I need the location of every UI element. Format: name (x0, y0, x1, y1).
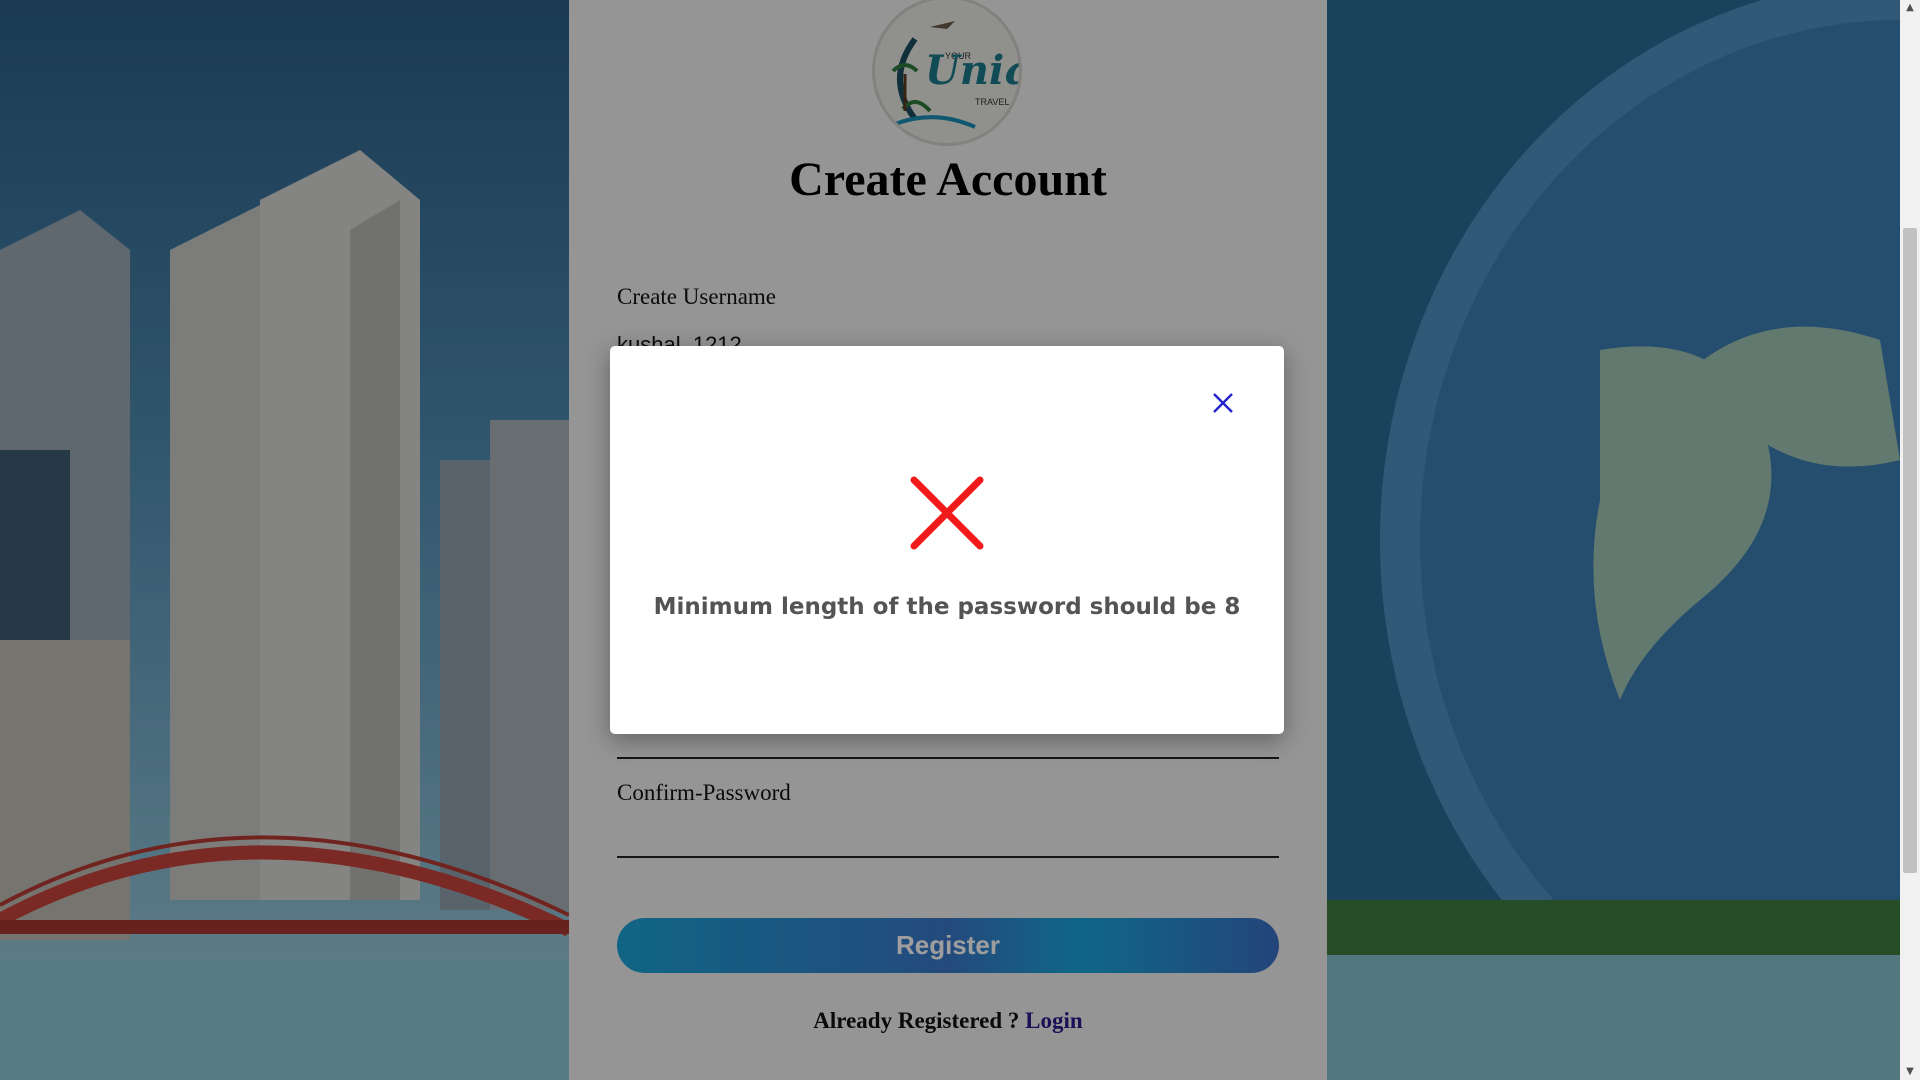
scroll-down-icon[interactable]: ▼ (1900, 1064, 1920, 1080)
page-scrollbar[interactable]: ▲ ▼ (1900, 0, 1920, 1080)
scroll-up-icon[interactable]: ▲ (1900, 0, 1920, 16)
close-icon[interactable] (1208, 388, 1238, 418)
scroll-thumb[interactable] (1903, 228, 1917, 873)
error-modal: Minimum length of the password should be… (610, 346, 1284, 734)
error-x-icon (910, 476, 984, 550)
error-message: Minimum length of the password should be… (653, 594, 1241, 620)
